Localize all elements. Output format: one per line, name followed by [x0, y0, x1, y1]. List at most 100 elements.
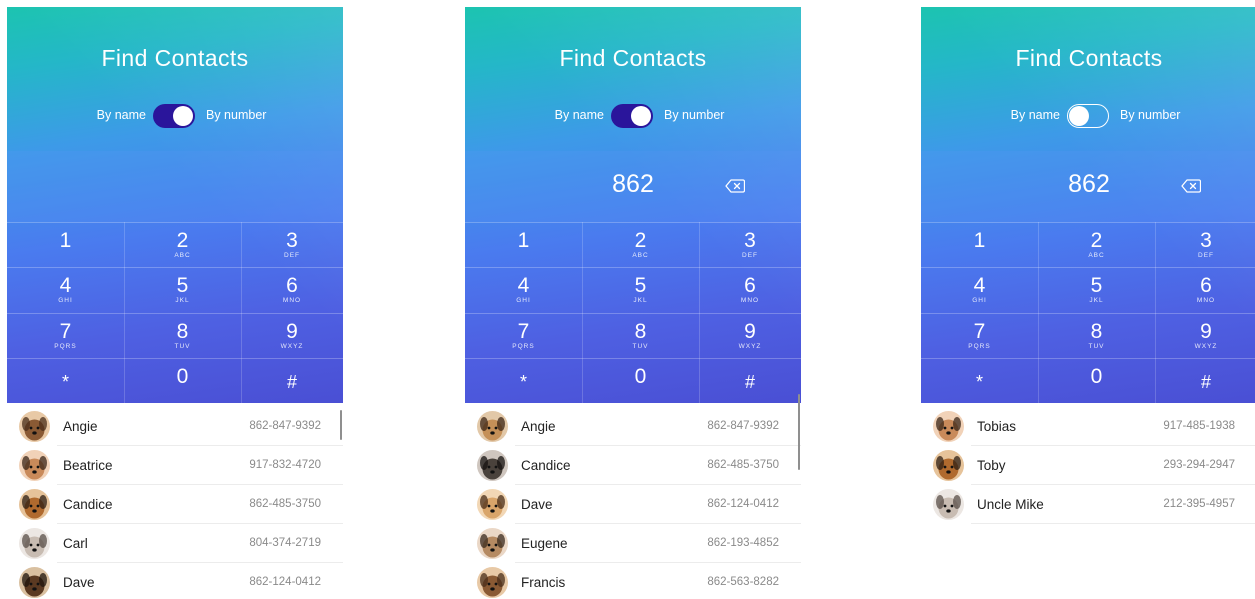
key-6[interactable]: 6 MNO [241, 267, 343, 312]
key-6[interactable]: 6 MNO [1155, 267, 1255, 312]
dog-avatar [477, 411, 508, 442]
key-0[interactable]: 0 [1038, 358, 1155, 403]
search-mode-toggle-row: By name By number [7, 104, 343, 130]
key-5[interactable]: 5 JKL [582, 267, 699, 312]
key-digit: 2 [634, 229, 647, 252]
contact-row[interactable]: Beatrice 917-832-4720 [7, 446, 343, 485]
contact-row[interactable]: Candice 862-485-3750 [7, 485, 343, 524]
key-7[interactable]: 7 PQRS [7, 313, 124, 358]
key-4[interactable]: 4 GHI [465, 267, 582, 312]
key-3[interactable]: 3 DEF [699, 222, 801, 267]
key-5[interactable]: 5 JKL [1038, 267, 1155, 312]
switch-knob [1069, 106, 1089, 126]
search-mode-switch[interactable] [1067, 104, 1109, 128]
key-digit: 3 [744, 229, 756, 252]
key-letters: TUV [632, 343, 649, 350]
key-1[interactable]: 1 [921, 222, 1038, 267]
key-8[interactable]: 8 TUV [582, 313, 699, 358]
contact-phone: 862-124-0412 [707, 498, 779, 510]
dog-avatar [19, 528, 50, 559]
key-2[interactable]: 2 ABC [124, 222, 241, 267]
contact-phone: 212-395-4957 [1163, 498, 1235, 510]
key-2[interactable]: 2 ABC [1038, 222, 1155, 267]
contact-phone: 917-832-4720 [249, 459, 321, 471]
search-mode-switch[interactable] [611, 104, 653, 128]
backspace-icon[interactable] [725, 179, 745, 193]
key-letters: DEF [284, 252, 300, 259]
contact-row[interactable]: Tobias 917-485-1938 [921, 407, 1255, 446]
key-digit: 0 [634, 365, 647, 388]
scrollbar[interactable] [340, 410, 342, 440]
dog-avatar [477, 450, 508, 481]
contact-list: Angie 862-847-9392 Beatrice 917-832-4720 Can… [7, 407, 343, 599]
contact-row[interactable]: Uncle Mike 212-395-4957 [921, 485, 1255, 524]
contact-name: Candice [63, 497, 113, 512]
key-7[interactable]: 7 PQRS [921, 313, 1038, 358]
key-2[interactable]: 2 ABC [582, 222, 699, 267]
key-hash[interactable]: # [699, 358, 801, 403]
key-7[interactable]: 7 PQRS [465, 313, 582, 358]
key-0[interactable]: 0 [124, 358, 241, 403]
key-4[interactable]: 4 GHI [7, 267, 124, 312]
contact-name: Dave [63, 575, 95, 590]
contact-name: Tobias [977, 419, 1017, 434]
key-hash[interactable]: # [1155, 358, 1255, 403]
key-digit: 6 [286, 274, 298, 297]
contact-phone: 862-124-0412 [249, 576, 321, 588]
key-star[interactable]: * [465, 358, 582, 403]
contact-name: Eugene [521, 536, 568, 551]
key-5[interactable]: 5 JKL [124, 267, 241, 312]
contact-row[interactable]: Toby 293-294-2947 [921, 446, 1255, 485]
scrollbar[interactable] [798, 394, 800, 470]
contact-row[interactable]: Angie 862-847-9392 [7, 407, 343, 446]
search-mode-toggle-row: By name By number [465, 104, 801, 130]
contact-name: Angie [521, 419, 556, 434]
key-4[interactable]: 4 GHI [921, 267, 1038, 312]
key-9[interactable]: 9 WXYZ [241, 313, 343, 358]
dog-avatar [477, 567, 508, 598]
key-1[interactable]: 1 [465, 222, 582, 267]
key-0[interactable]: 0 [582, 358, 699, 403]
key-8[interactable]: 8 TUV [1038, 313, 1155, 358]
key-3[interactable]: 3 DEF [241, 222, 343, 267]
key-letters: JKL [175, 297, 190, 304]
row-divider [971, 523, 1255, 524]
contact-phone: 862-193-4852 [707, 537, 779, 549]
contact-phone: 293-294-2947 [1163, 459, 1235, 471]
key-digit: 4 [517, 274, 530, 297]
key-hash[interactable]: # [241, 358, 343, 403]
contact-row[interactable]: Francis 862-563-8282 [465, 563, 801, 599]
contact-row[interactable]: Angie 862-847-9392 [465, 407, 801, 446]
key-8[interactable]: 8 TUV [124, 313, 241, 358]
key-digit: 2 [1090, 229, 1103, 252]
key-3[interactable]: 3 DEF [1155, 222, 1255, 267]
key-digit: * [519, 372, 527, 392]
dial-keypad: 1 2 ABC 3 DEF 4 GHI 5 JKL 6 MNO 7 PQRS 8 TUV 9 WXYZ * 0 # [7, 222, 343, 403]
contact-row[interactable]: Carl 804-374-2719 [7, 524, 343, 563]
key-letters: GHI [516, 297, 531, 304]
key-letters: PQRS [512, 343, 535, 350]
contact-row[interactable]: Eugene 862-193-4852 [465, 524, 801, 563]
key-digit: 4 [59, 274, 72, 297]
contact-row[interactable]: Candice 862-485-3750 [465, 446, 801, 485]
dog-avatar [19, 450, 50, 481]
key-6[interactable]: 6 MNO [699, 267, 801, 312]
key-digit: 1 [59, 229, 72, 252]
key-digit: 9 [744, 320, 756, 343]
contact-row[interactable]: Dave 862-124-0412 [465, 485, 801, 524]
key-star[interactable]: * [921, 358, 1038, 403]
search-mode-switch[interactable] [153, 104, 195, 128]
backspace-icon[interactable] [1181, 179, 1201, 193]
number-display: 862 [921, 151, 1255, 222]
dial-keypad: 1 2 ABC 3 DEF 4 GHI 5 JKL 6 MNO 7 PQRS 8 TUV 9 WXYZ * 0 # [465, 222, 801, 403]
header-panel: Find Contacts By name By number 862 1 2 AB… [465, 7, 801, 403]
key-9[interactable]: 9 WXYZ [1155, 313, 1255, 358]
key-star[interactable]: * [7, 358, 124, 403]
key-digit: 7 [517, 320, 530, 343]
contact-phone: 862-485-3750 [707, 459, 779, 471]
contact-phone: 862-847-9392 [707, 420, 779, 432]
key-letters: JKL [633, 297, 648, 304]
key-9[interactable]: 9 WXYZ [699, 313, 801, 358]
contact-row[interactable]: Dave 862-124-0412 [7, 563, 343, 599]
key-1[interactable]: 1 [7, 222, 124, 267]
